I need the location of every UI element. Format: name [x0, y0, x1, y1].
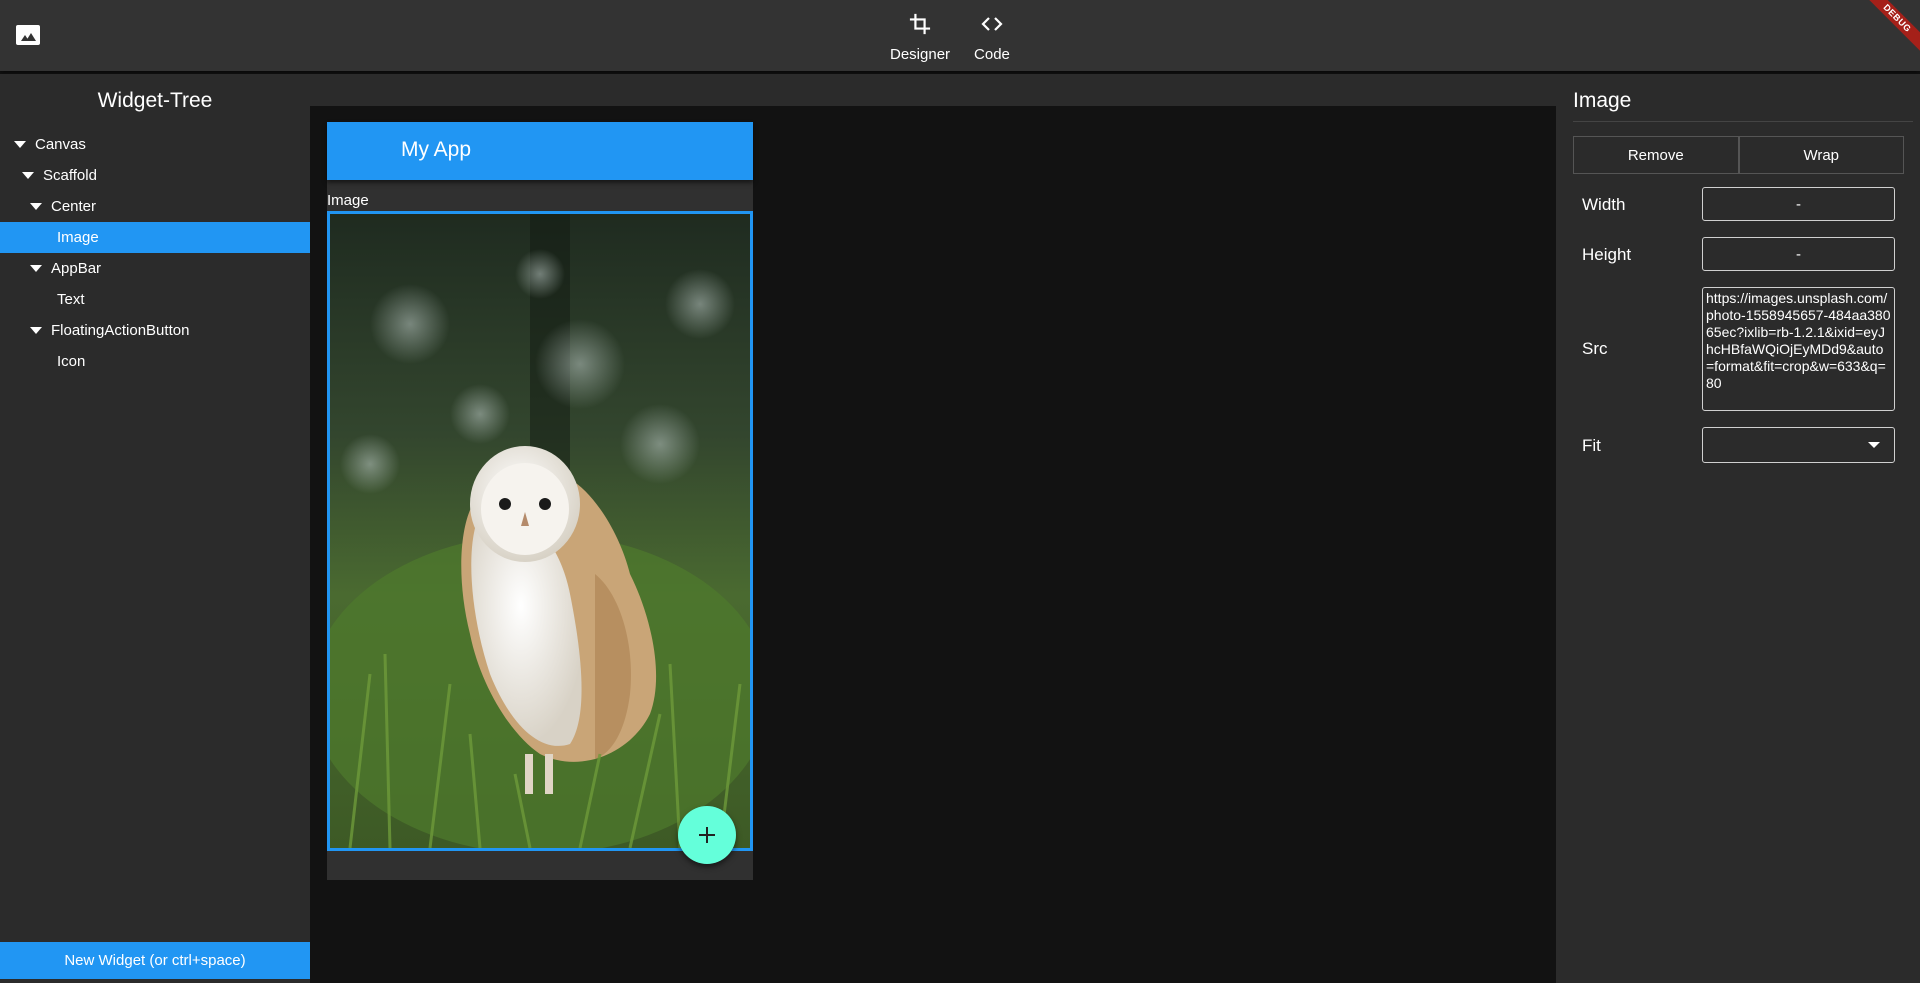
expand-caret-icon[interactable]: [22, 172, 34, 179]
preview-appbar[interactable]: My App: [327, 122, 753, 180]
designer-mode-label: Designer: [890, 46, 951, 63]
tree-node-appbar[interactable]: AppBar: [0, 253, 310, 284]
tree-node-label: FloatingActionButton: [51, 322, 190, 339]
tree-node-image[interactable]: Image: [0, 222, 310, 253]
expand-caret-icon[interactable]: [30, 265, 42, 272]
fit-label: Fit: [1582, 436, 1601, 455]
src-field[interactable]: https://images.unsplash.com/photo-155894…: [1702, 287, 1895, 411]
src-label: Src: [1582, 339, 1608, 358]
code-mode-button[interactable]: Code: [974, 10, 1010, 63]
tree-node-label: Icon: [57, 353, 86, 370]
tree-node-label: Text: [57, 291, 85, 308]
width-label: Width: [1582, 195, 1626, 214]
tree-node-center[interactable]: Center: [0, 191, 310, 222]
widget-tree-panel: Widget-Tree Canvas Scaffold Center Image…: [0, 74, 310, 983]
debug-banner: DEBUG: [1860, 0, 1920, 60]
tree-node-icon[interactable]: Icon: [0, 346, 310, 377]
tree-node-scaffold[interactable]: Scaffold: [0, 160, 310, 191]
widget-tree-title: Widget-Tree: [97, 89, 213, 112]
properties-panel: Image Remove Wrap Width - Height - Src h…: [1556, 74, 1920, 983]
tree-node-label: Canvas: [35, 136, 86, 153]
properties-title: Image: [1573, 89, 1632, 112]
tree-node-label: AppBar: [51, 260, 102, 277]
widget-actions: Remove Wrap: [1573, 136, 1904, 174]
tree-node-label: Image: [57, 229, 99, 246]
crop-icon: [906, 10, 934, 38]
dropdown-arrow-icon: [1868, 442, 1880, 448]
top-toolbar: Designer Code DEBUG: [0, 0, 1920, 71]
tree-node-canvas[interactable]: Canvas: [0, 129, 310, 160]
remove-button[interactable]: Remove: [1573, 136, 1739, 174]
canvas-toolbar-strip: [310, 74, 1556, 106]
image-icon[interactable]: [16, 25, 40, 45]
tree-node-floatingactionbutton[interactable]: FloatingActionButton: [0, 315, 310, 346]
divider: [1573, 121, 1913, 122]
selected-widget-label: Image: [327, 192, 369, 209]
height-field[interactable]: -: [1702, 237, 1895, 271]
device-preview: My App Image: [327, 122, 753, 880]
mode-switcher: Designer Code: [890, 10, 1010, 63]
wrap-button[interactable]: Wrap: [1738, 136, 1904, 174]
new-widget-button[interactable]: New Widget (or ctrl+space): [0, 942, 310, 979]
expand-caret-icon[interactable]: [14, 141, 26, 148]
code-mode-label: Code: [974, 46, 1010, 63]
height-label: Height: [1582, 245, 1632, 264]
expand-caret-icon[interactable]: [30, 203, 42, 210]
appbar-title: My App: [401, 138, 472, 161]
tree-node-label: Scaffold: [43, 167, 97, 184]
code-icon: [978, 10, 1006, 38]
add-icon: [699, 827, 715, 843]
widget-tree: Canvas Scaffold Center Image AppBar Text…: [0, 129, 310, 377]
tree-node-label: Center: [51, 198, 97, 215]
width-field[interactable]: -: [1702, 187, 1895, 221]
debug-banner-text: DEBUG: [1860, 0, 1920, 55]
expand-caret-icon[interactable]: [30, 327, 42, 334]
preview-image[interactable]: [327, 211, 753, 851]
fit-dropdown[interactable]: [1702, 427, 1895, 463]
floating-action-button[interactable]: [678, 806, 736, 864]
designer-mode-button[interactable]: Designer: [890, 10, 950, 63]
tree-node-text[interactable]: Text: [0, 284, 310, 315]
owl-photo: [330, 214, 750, 848]
